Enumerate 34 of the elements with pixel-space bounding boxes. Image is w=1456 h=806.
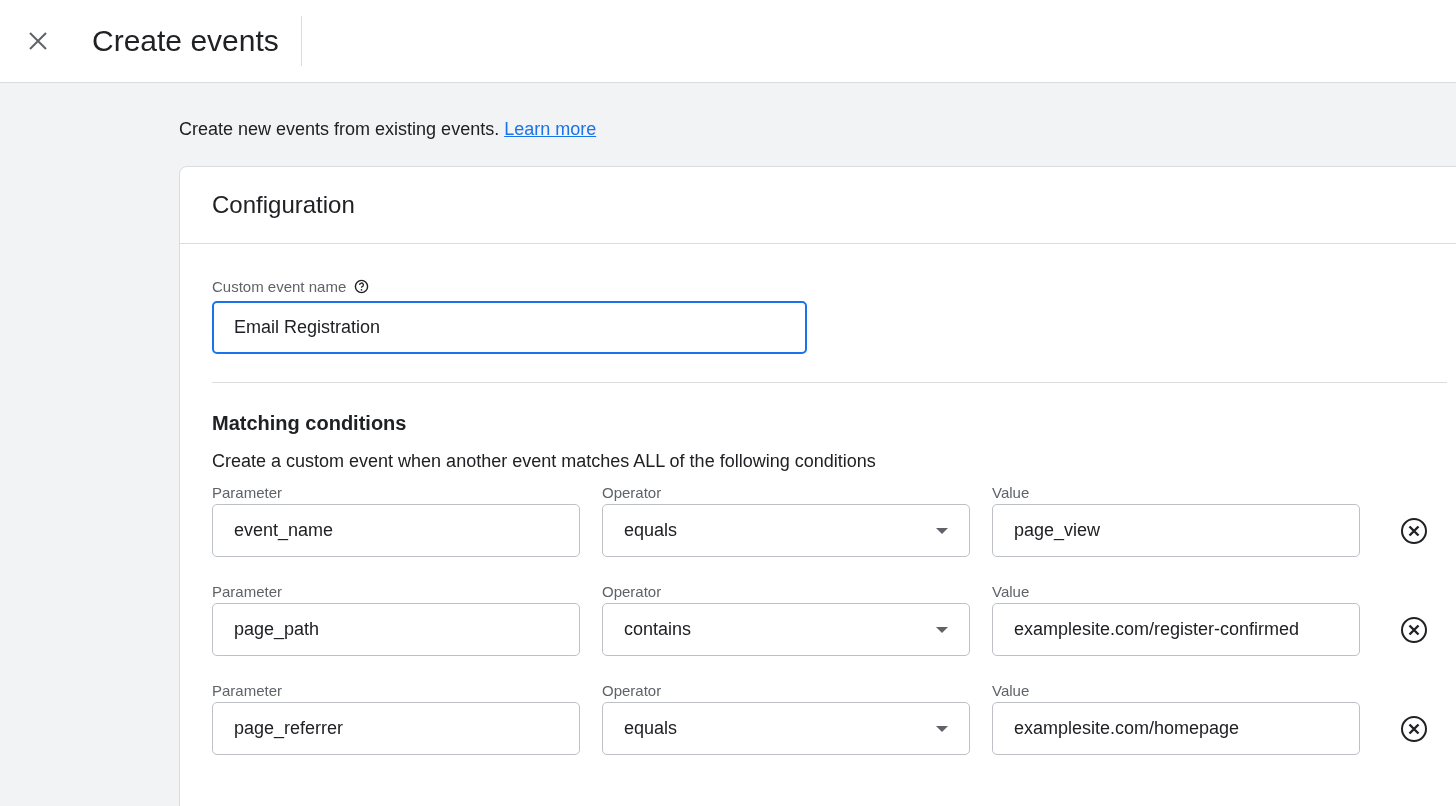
value-field[interactable]: examplesite.com/homepage xyxy=(992,702,1360,755)
page-title: Create events xyxy=(92,24,279,58)
caret-icon xyxy=(936,626,948,633)
close-icon[interactable] xyxy=(28,31,48,51)
field-label: Operator xyxy=(602,682,663,699)
remove-icon[interactable] xyxy=(1400,715,1428,743)
field-label: Parameter xyxy=(212,583,284,600)
field-label: Value xyxy=(992,682,1031,699)
field-label: Operator xyxy=(602,484,663,501)
operator-dropdown[interactable]: equals xyxy=(602,702,970,755)
section-title: Matching conditions xyxy=(212,412,408,435)
value-field[interactable]: examplesite.com/register-confirmed xyxy=(992,603,1360,656)
title-input[interactable]: Email Registration xyxy=(212,301,807,354)
remove-icon[interactable] xyxy=(1400,616,1428,644)
operator-dropdown[interactable]: equals xyxy=(602,504,970,557)
value-field[interactable]: page_view xyxy=(992,504,1360,557)
field-label: Value xyxy=(992,583,1031,600)
intro-text: Create new events from existing events. xyxy=(179,119,500,140)
parameter-field[interactable]: page_referrer xyxy=(212,702,580,755)
section-description: Create a custom event when another event matches ALL of the following conditions xyxy=(212,451,877,472)
field-label: Custom event name xyxy=(212,278,347,295)
field-label: Value xyxy=(992,484,1031,501)
caret-icon xyxy=(936,527,948,534)
parameter-field[interactable]: event_name xyxy=(212,504,580,557)
operator-dropdown[interactable]: contains xyxy=(602,603,970,656)
field-label: Parameter xyxy=(212,484,284,501)
help-icon[interactable] xyxy=(354,279,370,294)
card-title: Configuration xyxy=(212,191,355,219)
caret-icon xyxy=(936,725,948,732)
learn-more-link[interactable]: Learn more xyxy=(504,119,597,140)
field-label: Parameter xyxy=(212,682,284,699)
field-label: Operator xyxy=(602,583,663,600)
remove-icon[interactable] xyxy=(1400,517,1428,545)
parameter-field[interactable]: page_path xyxy=(212,603,580,656)
